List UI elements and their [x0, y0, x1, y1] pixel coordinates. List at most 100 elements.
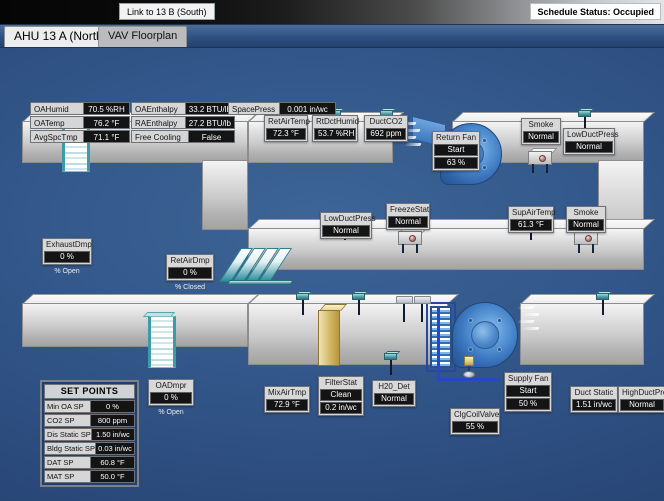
fan-hub — [471, 321, 499, 349]
low-duct-press-mid-value: Normal — [322, 225, 370, 237]
freeze-stat-value: Normal — [388, 216, 428, 228]
filter-stat-box: FilterStat Clean 0.2 in/wc — [318, 376, 364, 416]
setpoint-row[interactable]: Min OA SP 0 % — [44, 400, 135, 413]
return-damper-sub: % Closed — [166, 284, 214, 291]
return-fan-box[interactable]: Return Fan Start 63 % — [432, 131, 480, 171]
oa-humid-value: 70.5 %RH — [83, 103, 129, 114]
low-duct-press-top-box: LowDuctPress Normal — [563, 128, 615, 155]
setpoint-name: Dis Static SP — [44, 428, 92, 441]
setpoint-value: 1.50 in/wc — [92, 428, 135, 441]
setpoint-value: 0 % — [91, 400, 135, 413]
free-cooling-value: False — [188, 131, 234, 142]
duct-co2-value: 692 ppm — [366, 128, 406, 140]
smoke-top-value: Normal — [523, 131, 559, 143]
free-cooling-label: Free Cooling — [132, 131, 188, 142]
freeze-stat-label: FreezeStat — [388, 205, 428, 215]
high-duct-press-value: Normal — [620, 399, 664, 411]
oa-temp-value: 76.2 °F — [83, 117, 129, 128]
oa-humid-row: OAHumid 70.5 %RH — [30, 102, 130, 115]
setpoint-row[interactable]: CO2 SP 800 ppm — [44, 414, 135, 427]
schedule-status-badge: Schedule Status: Occupied — [530, 3, 661, 20]
setpoint-row[interactable]: Bldg Static SP 0.03 in/wc — [44, 442, 135, 455]
ra-enthalpy-label: RAEnthalpy — [132, 117, 185, 128]
return-damper-label: RetAirDmp — [168, 256, 212, 266]
supply-fan-box[interactable]: Supply Fan Start 50 % — [504, 372, 552, 412]
cooling-coil-graphic[interactable] — [430, 306, 452, 368]
sup-air-temp-value: 61.3 °F — [510, 219, 552, 231]
oa-damper-sub: % Open — [148, 409, 194, 416]
oa-damper-label: OADmpr — [150, 381, 192, 391]
damper-base — [226, 280, 293, 285]
setpoint-name: Min OA SP — [44, 400, 91, 413]
setpoint-value: 50.0 °F — [91, 470, 135, 483]
duct-static-label: Duct Static — [572, 388, 616, 398]
setpoints-panel: SET POINTS Min OA SP 0 % CO2 SP 800 ppm … — [40, 380, 139, 487]
setpoint-row[interactable]: DAT SP 60.8 °F — [44, 456, 135, 469]
ret-air-temp-label: RetAirTemp — [266, 117, 306, 127]
smoke-detector-top-icon — [528, 148, 554, 165]
duct-co2-box: DuctCO2 692 ppm — [364, 115, 408, 142]
duct-front-face — [202, 160, 248, 230]
h2o-detector-label: H20_Det — [374, 382, 414, 392]
clg-coil-valve-label: ClgCoilValve — [452, 410, 498, 420]
setpoint-name: CO2 SP — [44, 414, 91, 427]
duct-static-probe-icon — [396, 296, 414, 322]
filter-stat-dp: 0.2 in/wc — [320, 402, 362, 414]
link-to-13b-button[interactable]: Link to 13 B (South) — [119, 3, 215, 20]
smoke-mid-box: Smoke Normal — [566, 206, 606, 233]
clg-coil-valve-box[interactable]: ClgCoilValve 55 % — [450, 408, 500, 435]
rt-dct-humid-box: RtDctHumid 53.7 %RH — [312, 115, 358, 142]
return-damper-box[interactable]: RetAirDmp 0 % — [166, 254, 214, 281]
exhaust-damper-box[interactable]: ExhaustDmp 0 % — [42, 238, 92, 265]
mix-air-temp-value: 72.9 °F — [266, 399, 308, 411]
tab-strip: AHU 13 A (North) VAV Floorplan — [0, 25, 664, 47]
setpoint-name: DAT SP — [44, 456, 91, 469]
supply-fan-label: Supply Fan — [506, 374, 550, 384]
setpoints-title: SET POINTS — [44, 384, 135, 399]
duct-mixing-plenum — [22, 303, 248, 347]
mix-air-temp-label: MixAirTmp — [266, 388, 308, 398]
free-cooling-row: Free Cooling False — [131, 130, 235, 143]
avg-space-temp-row: AvgSpcTmp 71.1 °F — [30, 130, 130, 143]
coil-fins — [430, 306, 452, 368]
low-duct-press-mid-box: LowDuctPress Normal — [320, 212, 372, 239]
smoke-top-box: Smoke Normal — [521, 118, 561, 145]
ahu-graphic-page: Link to 13 B (South) Schedule Status: Oc… — [0, 0, 664, 501]
return-damper-graphic[interactable] — [228, 248, 292, 282]
mix-air-temp-sensor-icon — [296, 293, 310, 315]
air-filter-graphic[interactable] — [318, 310, 340, 366]
oa-damper-box[interactable]: OADmpr 0 % — [148, 379, 194, 406]
duct-front-face — [22, 303, 248, 347]
setpoint-name: MAT SP — [44, 470, 91, 483]
oa-temp-row: OATemp 76.2 °F — [30, 116, 130, 129]
smoke-top-label: Smoke — [523, 120, 559, 130]
sup-air-temp-label: SupAirTemp — [510, 208, 552, 218]
tab-vav-floorplan[interactable]: VAV Floorplan — [98, 26, 187, 47]
setpoint-row[interactable]: Dis Static SP 1.50 in/wc — [44, 428, 135, 441]
cooling-coil-valve-graphic[interactable] — [462, 356, 476, 380]
return-fan-speed: 63 % — [434, 157, 478, 169]
valve-body — [463, 371, 475, 378]
oa-damper-value: 0 % — [150, 392, 192, 404]
supply-fan-speed: 50 % — [506, 398, 550, 410]
return-damper-value: 0 % — [168, 267, 212, 279]
high-duct-press-label: HighDuctPress — [620, 388, 664, 398]
duct-vertical-return-drop — [202, 160, 248, 230]
oa-enthalpy-value: 33.2 BTU/lb — [185, 103, 234, 114]
h2o-detector-value: Normal — [374, 393, 414, 405]
ra-enthalpy-value: 27.2 BTU/lb — [185, 117, 234, 128]
exhaust-damper-label: ExhaustDmp — [44, 240, 90, 250]
rt-dct-humid-label: RtDctHumid — [314, 117, 356, 127]
low-duct-press-top-value: Normal — [565, 141, 613, 153]
low-duct-press-top-label: LowDuctPress — [565, 130, 613, 140]
filter-media — [318, 310, 340, 366]
avg-space-temp-label: AvgSpcTmp — [31, 131, 83, 142]
high-duct-press-sensor-icon — [596, 293, 610, 315]
filter-dp-probe-icon — [414, 296, 432, 322]
h2o-detector-box: H20_Det Normal — [372, 380, 416, 407]
setpoint-row[interactable]: MAT SP 50.0 °F — [44, 470, 135, 483]
avg-space-temp-value: 71.1 °F — [83, 131, 129, 142]
return-fan-label: Return Fan — [434, 133, 478, 143]
outside-air-damper-graphic[interactable] — [148, 316, 176, 368]
return-fan-status: Start — [434, 144, 478, 156]
